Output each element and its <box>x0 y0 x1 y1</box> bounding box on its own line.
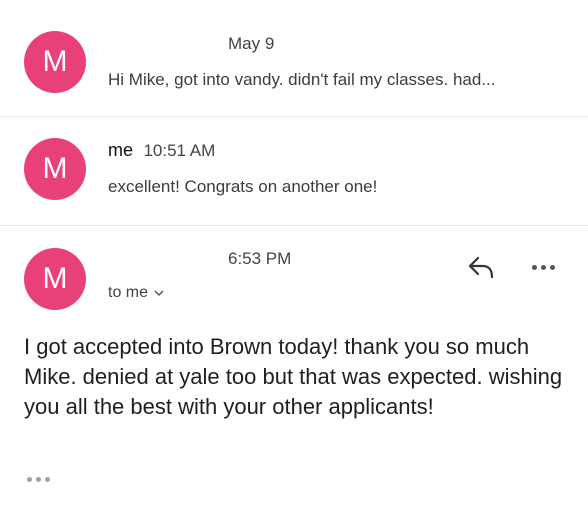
message-collapsed-1[interactable]: M May 9 Hi Mike, got into vandy. didn't … <box>0 0 588 116</box>
message-preview: excellent! Congrats on another one! <box>108 177 378 196</box>
avatar-letter: M <box>42 262 68 295</box>
sender-avatar: M <box>24 248 86 310</box>
show-trimmed-content-icon[interactable] <box>27 477 50 482</box>
avatar-letter: M <box>42 152 68 185</box>
sender-avatar: M <box>24 138 86 200</box>
message-body: I got accepted into Brown today! thank y… <box>24 334 563 419</box>
message-time: 6:53 PM <box>228 249 292 268</box>
message-time: 10:51 AM <box>143 141 216 160</box>
message-date: May 9 <box>228 34 275 53</box>
avatar-letter: M <box>42 45 68 78</box>
sender-name: me <box>108 140 134 160</box>
reply-arrow-icon[interactable] <box>466 255 496 279</box>
sender-avatar: M <box>24 31 86 93</box>
message-preview: Hi Mike, got into vandy. didn't fail my … <box>108 70 496 89</box>
chevron-down-icon <box>154 289 164 296</box>
recipient-details-toggle[interactable]: to me <box>108 284 164 302</box>
more-horizontal-icon[interactable] <box>532 265 555 270</box>
message-collapsed-2[interactable]: M me 10:51 AM excellent! Congrats on ano… <box>0 117 588 225</box>
recipient-label: to me <box>108 284 149 301</box>
